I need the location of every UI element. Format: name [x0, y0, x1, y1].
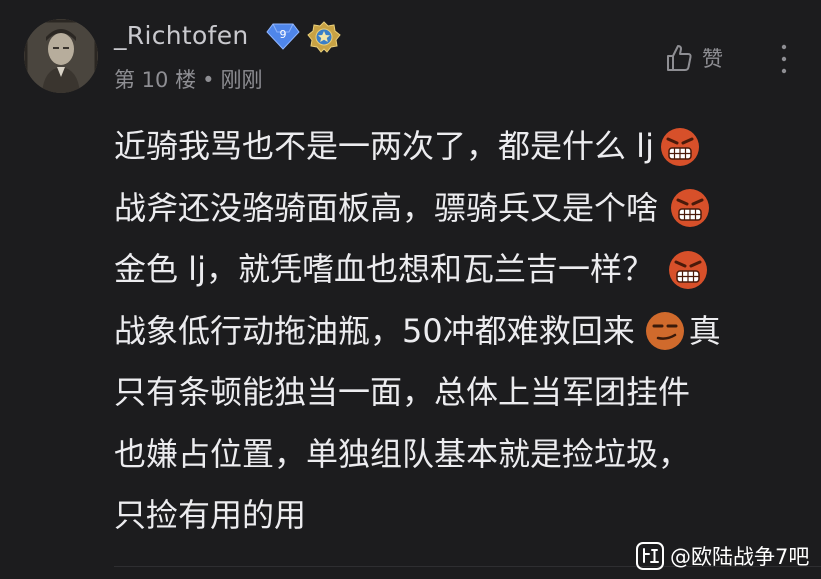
- content-line-text: 只有条顿能独当一面，总体上当军团挂件: [114, 373, 691, 411]
- content-line-text: 战象低行动拖油瓶，50冲都难救回来: [114, 311, 635, 350]
- angry-face-icon: [660, 127, 699, 166]
- watermark: @欧陆战争7吧: [636, 541, 809, 571]
- more-options-icon[interactable]: [772, 42, 796, 76]
- post-time: 刚刚: [220, 68, 263, 92]
- content-line-text: 战斧还没骆骑面板高，骠骑兵又是个啥: [114, 188, 659, 227]
- content-line-text: 只捡有用的用: [114, 496, 307, 534]
- medal-icon[interactable]: [307, 21, 341, 53]
- level-number: 9: [280, 28, 287, 41]
- content-line-text: 也嫌占位置，单独组队基本就是捡垃圾，: [114, 434, 691, 473]
- meta-separator: •: [202, 68, 215, 92]
- thumbs-up-icon: [667, 45, 692, 71]
- content-line: 近骑我骂也不是一两次了，都是什么 lj: [114, 116, 814, 178]
- content-line: 战斧还没骆骑面板高，骠骑兵又是个啥: [114, 178, 814, 240]
- post-meta: 第 10 楼 • 刚刚: [114, 66, 262, 94]
- content-line-text: 金色 lj，就凭嗜血也想和瓦兰吉一样？: [114, 250, 654, 288]
- avatar[interactable]: [24, 19, 98, 93]
- content-line: 只捡有用的用: [114, 485, 814, 547]
- content-line: 也嫌占位置，单独组队基本就是捡垃圾，: [114, 424, 814, 486]
- smirk-face-icon: [645, 312, 684, 351]
- username[interactable]: _Richtofen: [114, 20, 249, 52]
- level-badge[interactable]: 9: [265, 22, 301, 50]
- content-line: 金色 lj，就凭嗜血也想和瓦兰吉一样？: [114, 239, 814, 301]
- angry-face-icon: [671, 189, 710, 228]
- like-button[interactable]: 赞: [664, 38, 723, 78]
- content-line-text: 近骑我骂也不是一两次了，都是什么 lj: [114, 127, 654, 165]
- like-label: 赞: [702, 47, 723, 71]
- content-line: 只有条顿能独当一面，总体上当军团挂件: [114, 362, 814, 424]
- content-line: 战象低行动拖油瓶，50冲都难救回来 真: [114, 301, 814, 363]
- tieba-paw-icon: [636, 542, 664, 570]
- watermark-text: @欧陆战争7吧: [670, 545, 810, 569]
- floor-number: 第 10 楼: [114, 68, 197, 92]
- content-line-tail: 真: [688, 311, 721, 350]
- angry-face-icon: [668, 250, 707, 289]
- post-content: 近骑我骂也不是一两次了，都是什么 lj 战斧还没骆骑面板高，骠骑兵又是个啥 金色…: [114, 116, 814, 547]
